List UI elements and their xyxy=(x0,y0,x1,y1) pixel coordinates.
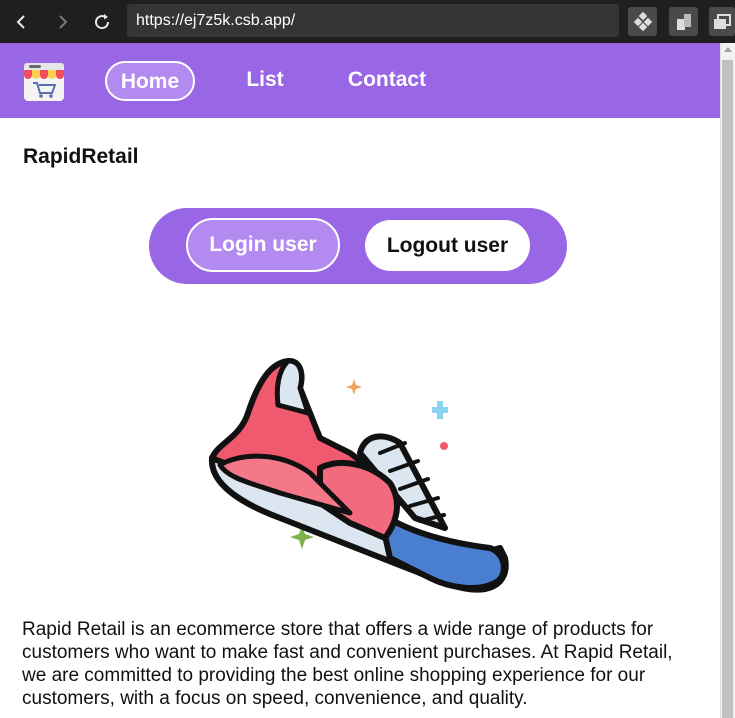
page-viewport: Home List Contact RapidRetail Login user… xyxy=(0,43,720,718)
nav-contact-link[interactable]: Contact xyxy=(337,61,437,101)
browser-toolbar: https://ej7z5k.csb.app/ xyxy=(0,0,735,43)
shop-cart-icon[interactable] xyxy=(22,57,66,103)
url-text: https://ej7z5k.csb.app/ xyxy=(136,12,296,29)
store-description: Rapid Retail is an ecommerce store that … xyxy=(22,619,673,709)
nav-home-link[interactable]: Home xyxy=(105,61,195,101)
tab-manager-icon[interactable] xyxy=(669,7,698,36)
sneaker-illustration xyxy=(200,343,520,593)
site-navbar: Home List Contact xyxy=(0,43,720,118)
nav-list-link[interactable]: List xyxy=(236,61,294,101)
back-icon[interactable] xyxy=(10,10,34,34)
auth-button-group: Login user Logout user xyxy=(149,208,567,284)
page-title: RapidRetail xyxy=(23,145,139,168)
login-button[interactable]: Login user xyxy=(186,218,340,272)
reload-icon[interactable] xyxy=(90,10,114,34)
address-bar[interactable]: https://ej7z5k.csb.app/ xyxy=(127,4,619,37)
extension-icon[interactable] xyxy=(628,7,657,36)
forward-icon[interactable] xyxy=(50,10,74,34)
scroll-up-icon[interactable] xyxy=(724,47,732,52)
windows-icon[interactable] xyxy=(709,7,735,36)
scrollbar-thumb[interactable] xyxy=(722,60,733,718)
logout-button[interactable]: Logout user xyxy=(365,220,530,271)
